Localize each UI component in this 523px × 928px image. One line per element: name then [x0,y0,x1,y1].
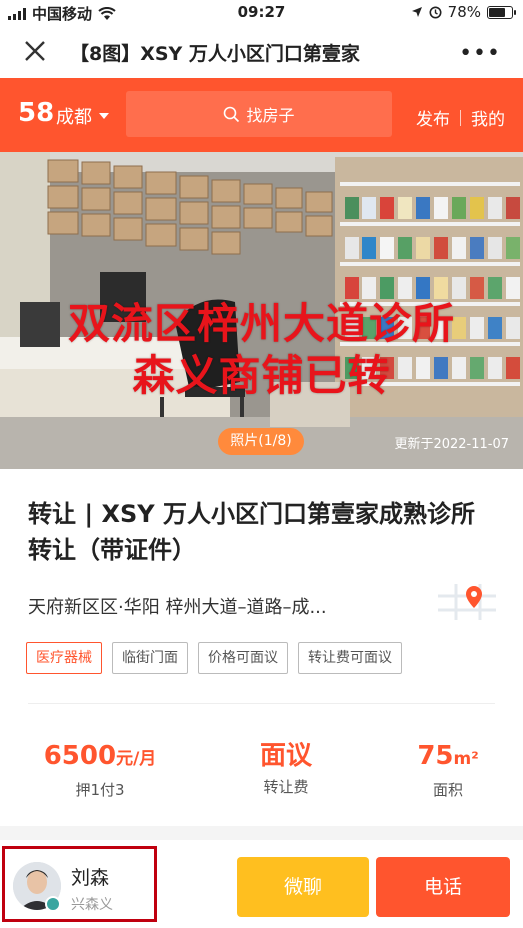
key-stats: 6500元/月 押1付3 面议 转让费 75m² 面积 [0,738,523,808]
area-value: 75 [417,741,454,771]
close-icon[interactable] [22,38,48,64]
city-label: 成都 [56,107,92,128]
photo-counter-badge[interactable]: 照片(1/8) [218,428,304,455]
rent-value-line: 6500元/月 [40,738,160,777]
page-title: 【8图】XSY 万人小区门口第壹家 [70,43,360,65]
phone-call-button[interactable]: 电话 [376,857,510,917]
tag-item: 转让费可面议 [298,642,402,674]
tag-list: 医疗器械 临街门面 价格可面议 转让费可面议 [26,642,402,674]
rent-label: 押1付3 [75,781,125,799]
publish-link[interactable]: 发布 [416,105,450,130]
battery-percent: 78% [447,3,481,21]
search-placeholder: 找房子 [246,106,295,125]
header-divider [460,109,461,126]
listing-address[interactable]: 天府新区区·华阳 梓州大道–道路–成... [28,593,418,619]
listing-title: 转让 | XSY 万人小区门口第壹家成熟诊所转让（带证件） [28,500,475,564]
caret-down-icon [99,113,109,119]
header-links: 发布 我的 [416,105,505,130]
status-bar: 中国移动 09:27 78% [0,0,523,26]
title-bar: 【8图】XSY 万人小区门口第壹家 ••• [0,26,523,78]
location-arrow-icon [411,7,422,17]
site-logo[interactable]: 58 [18,98,54,128]
rent-value: 6500 [43,741,117,771]
site-header: 58 成都 找房子 发布 我的 [0,78,523,152]
update-date: 更新于2022-11-07 [394,437,509,452]
stat-area: 75m² 面积 [388,738,508,800]
wechat-chat-button[interactable]: 微聊 [237,857,369,917]
tag-item: 价格可面议 [198,642,288,674]
section-gap [0,826,523,840]
agent-card[interactable]: 刘森 兴森义 [2,846,157,922]
search-box[interactable]: 找房子 [126,91,392,137]
mine-link[interactable]: 我的 [471,105,505,130]
fee-label: 转让费 [263,778,309,796]
city-selector[interactable]: 成都 [56,103,109,129]
search-icon [224,106,240,122]
rent-unit: 元/月 [116,749,157,769]
area-value-line: 75m² [388,738,508,777]
listing-photo[interactable]: 双流区梓州大道诊所 森义商铺已转 照片(1/8) 更新于2022-11-07 [0,152,523,469]
stat-rent: 6500元/月 押1付3 [40,738,160,800]
map-pin-icon[interactable] [438,584,496,620]
photo-overlay-line2: 森义商铺已转 [132,351,391,400]
stat-transfer-fee: 面议 转让费 [226,738,346,797]
bottom-action-bar: 刘森 兴森义 微聊 电话 [0,840,523,928]
more-icon[interactable]: ••• [459,41,501,66]
tag-item: 医疗器械 [26,642,102,674]
agent-company: 兴森义 [71,897,113,913]
alarm-icon [429,6,442,18]
area-label: 面积 [432,781,463,799]
status-right: 78% [411,3,516,21]
agent-name: 刘森 [71,867,110,889]
fee-value: 面议 [259,741,312,771]
verified-icon [45,896,61,912]
battery-icon [487,5,516,19]
area-unit: m² [453,749,479,769]
tag-item: 临街门面 [112,642,188,674]
section-divider [28,703,495,704]
